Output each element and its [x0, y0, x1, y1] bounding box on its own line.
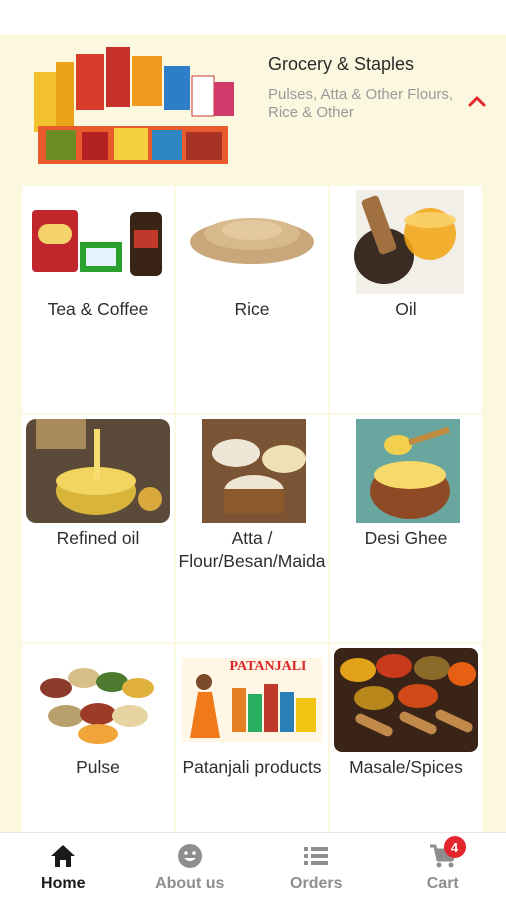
rice-image — [180, 190, 324, 294]
tile-rice[interactable]: Rice — [176, 186, 328, 413]
tile-masale-spices[interactable]: Masale/Spices — [330, 644, 482, 832]
flour-image — [180, 419, 324, 523]
tile-oil[interactable]: Oil — [330, 186, 482, 413]
category-subtitle: Pulses, Atta & Other Flours, Rice & Othe… — [268, 86, 454, 121]
chevron-up-icon[interactable] — [466, 90, 488, 112]
refined-oil-image — [26, 419, 170, 523]
cart-count-badge: 4 — [443, 836, 466, 858]
nav-orders-label: Orders — [290, 875, 343, 892]
tile-label: Rice — [234, 299, 270, 319]
pulse-image — [26, 648, 170, 752]
nav-home[interactable]: Home — [0, 833, 127, 900]
grocery-hero-image — [26, 42, 240, 172]
list-icon — [304, 847, 329, 865]
tile-refined-oil[interactable]: Refined oil — [22, 415, 174, 642]
nav-home-label: Home — [41, 875, 86, 892]
category-page: Grocery & Staples Pulses, Atta & Other F… — [0, 34, 506, 832]
tile-label: Atta / Flour/Besan/Maida — [178, 528, 326, 571]
spices-image — [334, 648, 478, 752]
ghee-image — [334, 419, 478, 523]
tile-patanjali[interactable]: PATANJALI Patanjali products — [176, 644, 328, 832]
tile-label: Oil — [395, 299, 417, 319]
tile-desi-ghee[interactable]: Desi Ghee — [330, 415, 482, 642]
category-header[interactable]: Grocery & Staples Pulses, Atta & Other F… — [0, 34, 506, 184]
tile-tea-coffee[interactable]: Tea & Coffee — [22, 186, 174, 413]
bottom-navigation: Home About us Orders 4 Cart — [0, 832, 506, 900]
tile-label: Masale/Spices — [349, 757, 463, 777]
tile-label: Pulse — [76, 757, 120, 777]
tile-atta-flour[interactable]: Atta / Flour/Besan/Maida — [176, 415, 328, 642]
oil-image — [334, 190, 478, 294]
nav-cart-label: Cart — [426, 875, 459, 892]
category-title: Grocery & Staples — [268, 54, 415, 74]
status-bar — [0, 0, 506, 34]
tea-coffee-image — [26, 190, 170, 294]
subcategory-grid: Tea & Coffee Rice Oil Refined oil Atta /… — [22, 186, 482, 832]
tile-pulse[interactable]: Pulse — [22, 644, 174, 832]
nav-about-us[interactable]: About us — [127, 833, 254, 900]
patanjali-image: PATANJALI — [180, 648, 324, 752]
tile-label: Patanjali products — [182, 757, 322, 777]
nav-orders[interactable]: Orders — [253, 833, 380, 900]
nav-about-label: About us — [155, 875, 225, 892]
patanjali-brand-text: PATANJALI — [230, 659, 307, 674]
tile-label: Tea & Coffee — [47, 299, 149, 319]
home-icon — [51, 845, 76, 867]
smiley-icon — [177, 844, 202, 868]
tile-label: Refined oil — [56, 528, 140, 548]
tile-label: Desi Ghee — [364, 528, 448, 548]
nav-cart[interactable]: 4 Cart — [380, 833, 506, 900]
